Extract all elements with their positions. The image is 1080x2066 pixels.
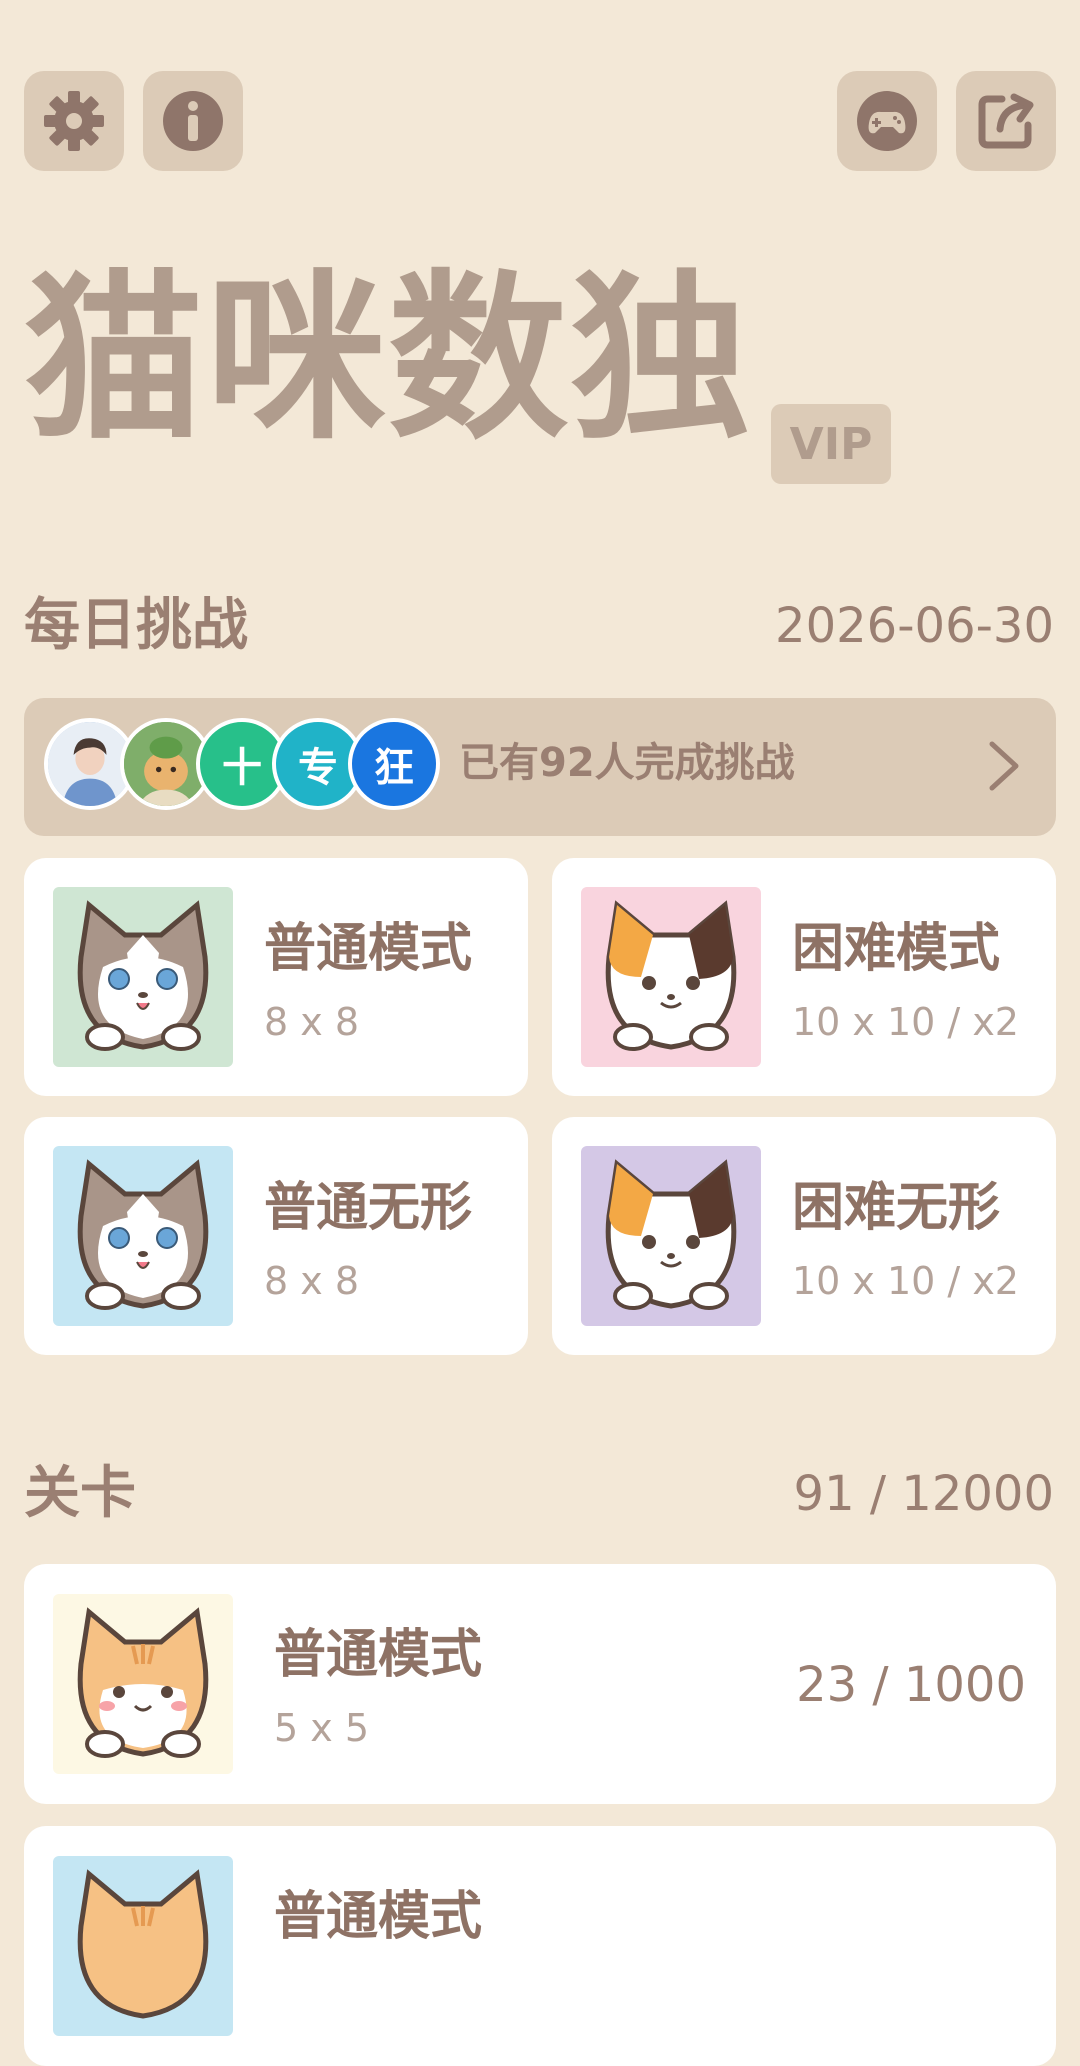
level-title: 普通模式 <box>274 1625 483 1685</box>
chevron-right-icon <box>989 741 1019 791</box>
mode-title: 普通无形 <box>264 1178 473 1238</box>
gamepad-icon <box>857 91 917 151</box>
level-card-normal-5x5[interactable]: 普通模式 5 x 5 23 / 1000 <box>24 1564 1056 1804</box>
level-title: 普通模式 <box>274 1887 483 1947</box>
games-button[interactable] <box>837 71 937 171</box>
info-icon <box>163 91 223 151</box>
levels-progress: 91 / 12000 <box>793 1466 1054 1522</box>
app-title: 猫咪数独 <box>24 255 753 464</box>
cat-icon <box>53 887 233 1067</box>
cat-icon <box>53 1146 233 1326</box>
info-button[interactable] <box>143 71 243 171</box>
mode-size: 8 x 8 <box>264 1259 359 1303</box>
mode-card-hard-invisible[interactable]: 困难无形 10 x 10 / x2 <box>552 1117 1056 1355</box>
cat-icon <box>581 887 761 1067</box>
mode-size: 8 x 8 <box>264 1000 359 1044</box>
avatar: 狂 <box>348 718 440 810</box>
settings-button[interactable] <box>24 71 124 171</box>
share-icon <box>978 93 1034 149</box>
mode-card-normal-invisible[interactable]: 普通无形 8 x 8 <box>24 1117 528 1355</box>
levels-title: 关卡 <box>24 1461 136 1526</box>
mode-size: 10 x 10 / x2 <box>792 1259 1019 1303</box>
level-progress: 23 / 1000 <box>796 1657 1026 1713</box>
completion-count-text: 已有92人完成挑战 <box>459 740 795 786</box>
gear-icon <box>44 91 104 151</box>
level-card-normal-next[interactable]: 普通模式 <box>24 1826 1056 2066</box>
mode-card-hard[interactable]: 困难模式 10 x 10 / x2 <box>552 858 1056 1096</box>
cat-icon <box>581 1146 761 1326</box>
cat-icon <box>53 1856 233 2036</box>
mode-card-normal[interactable]: 普通模式 8 x 8 <box>24 858 528 1096</box>
cat-icon <box>53 1594 233 1774</box>
mode-title: 困难无形 <box>792 1178 1001 1238</box>
mode-title: 普通模式 <box>264 919 473 979</box>
vip-badge[interactable]: VIP <box>771 404 891 484</box>
level-size: 5 x 5 <box>274 1706 369 1750</box>
mode-title: 困难模式 <box>792 919 1001 979</box>
share-button[interactable] <box>956 71 1056 171</box>
daily-challenge-title: 每日挑战 <box>24 593 248 658</box>
challenge-completion-bar[interactable]: 十 专 狂 已有92人完成挑战 <box>24 698 1056 836</box>
mode-size: 10 x 10 / x2 <box>792 1000 1019 1044</box>
daily-date: 2026-06-30 <box>775 598 1054 654</box>
